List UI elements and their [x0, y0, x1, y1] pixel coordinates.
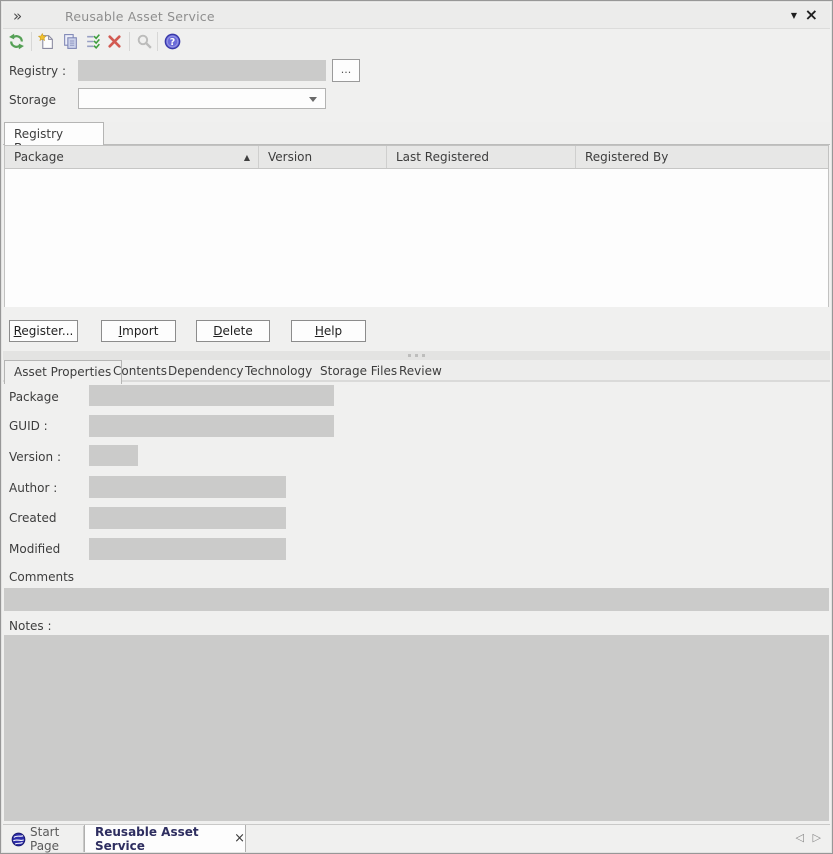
- refresh-icon[interactable]: [8, 33, 25, 50]
- search-icon: [136, 33, 153, 50]
- tab-reusable-asset-service[interactable]: Reusable Asset Service ×: [84, 825, 246, 852]
- asset-tabstrip: Asset Properties Contents Dependency Tec…: [3, 360, 830, 382]
- register-button[interactable]: Register...: [9, 320, 78, 342]
- close-icon[interactable]: ×: [805, 5, 818, 24]
- splitter-grip-icon: [408, 354, 411, 357]
- registry-label: Registry :: [9, 64, 66, 78]
- horizontal-splitter[interactable]: [3, 351, 830, 360]
- splitter-grip-icon: [415, 354, 418, 357]
- column-header-package[interactable]: Package ▲: [5, 146, 259, 168]
- bottom-tabbar: Start Page Reusable Asset Service × ◁ ▷: [3, 824, 830, 851]
- toolbar-separator: [31, 32, 32, 51]
- reusable-asset-service-window: » Reusable Asset Service ▼ ×: [0, 0, 833, 854]
- column-header-registered-by[interactable]: Registered By: [576, 146, 828, 168]
- table-body-empty[interactable]: [5, 169, 828, 307]
- modified-label: Modified: [9, 542, 60, 556]
- modified-field: [89, 538, 286, 560]
- table-header-row: Package ▲ Version Last Registered Regist…: [5, 146, 828, 169]
- created-field: [89, 507, 286, 529]
- version-label: Version :: [9, 450, 61, 464]
- import-button[interactable]: Import: [101, 320, 176, 342]
- notes-field: [4, 635, 829, 821]
- window-title: Reusable Asset Service: [65, 9, 215, 24]
- new-document-icon[interactable]: [38, 33, 55, 50]
- author-label: Author :: [9, 481, 57, 495]
- storage-select[interactable]: [78, 88, 326, 109]
- start-page-label: Start Page: [30, 825, 83, 853]
- close-tab-icon[interactable]: ×: [234, 831, 245, 846]
- comments-label: Comments: [9, 570, 74, 584]
- delete-icon[interactable]: [106, 33, 123, 50]
- toolbar-separator: [157, 32, 158, 51]
- titlebar: » Reusable Asset Service ▼ ×: [3, 3, 830, 29]
- column-header-version[interactable]: Version: [259, 146, 387, 168]
- author-field: [89, 476, 286, 498]
- notes-label: Notes :: [9, 619, 52, 633]
- splitter-grip-icon: [422, 354, 425, 357]
- toolbar: ?: [3, 29, 830, 54]
- storage-label: Storage: [9, 93, 56, 107]
- chevron-down-icon: [309, 97, 317, 102]
- registry-browser-tabstrip: Registry Browser: [3, 122, 830, 145]
- start-page-icon: [11, 832, 26, 847]
- expand-chevrons-icon[interactable]: »: [13, 7, 22, 25]
- registry-browser-table: Package ▲ Version Last Registered Regist…: [4, 145, 829, 307]
- guid-label: GUID :: [9, 419, 48, 433]
- svg-text:?: ?: [170, 37, 175, 48]
- chevron-down-icon[interactable]: ▼: [791, 11, 797, 20]
- registry-browse-button[interactable]: ...: [332, 59, 360, 82]
- version-field: [89, 445, 138, 466]
- help-icon[interactable]: ?: [164, 33, 181, 50]
- guid-field: [89, 415, 334, 437]
- created-label: Created: [9, 511, 57, 525]
- column-header-last-registered[interactable]: Last Registered: [387, 146, 576, 168]
- comments-field: [4, 588, 829, 611]
- delete-button[interactable]: Delete: [196, 320, 270, 342]
- nav-next-icon[interactable]: ▷: [813, 831, 821, 844]
- copy-icon[interactable]: [62, 33, 79, 50]
- package-field: [89, 385, 334, 406]
- nav-previous-icon[interactable]: ◁: [796, 831, 804, 844]
- tab-registry-browser[interactable]: Registry Browser: [4, 122, 104, 145]
- package-label: Package: [9, 390, 59, 404]
- checklist-icon[interactable]: [85, 33, 102, 50]
- tab-review[interactable]: Review: [389, 360, 452, 382]
- sort-ascending-icon: ▲: [244, 153, 250, 162]
- registry-input: [78, 60, 326, 81]
- help-button[interactable]: Help: [291, 320, 366, 342]
- active-tab-label: Reusable Asset Service: [95, 825, 224, 853]
- toolbar-separator: [129, 32, 130, 51]
- tab-start-page[interactable]: Start Page: [4, 826, 84, 852]
